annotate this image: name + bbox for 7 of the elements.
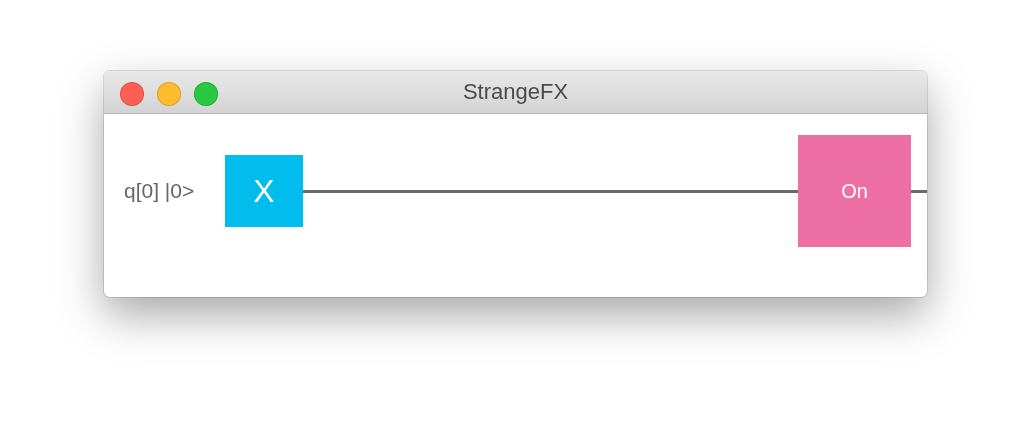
minimize-button[interactable] [157, 82, 181, 106]
close-button[interactable] [120, 82, 144, 106]
zoom-button[interactable] [194, 82, 218, 106]
qubit-label: q[0] |0> [124, 179, 196, 203]
window-title: StrangeFX [462, 79, 569, 105]
quantum-gate[interactable]: X [225, 155, 303, 227]
measurement-gate[interactable]: On [798, 135, 911, 247]
